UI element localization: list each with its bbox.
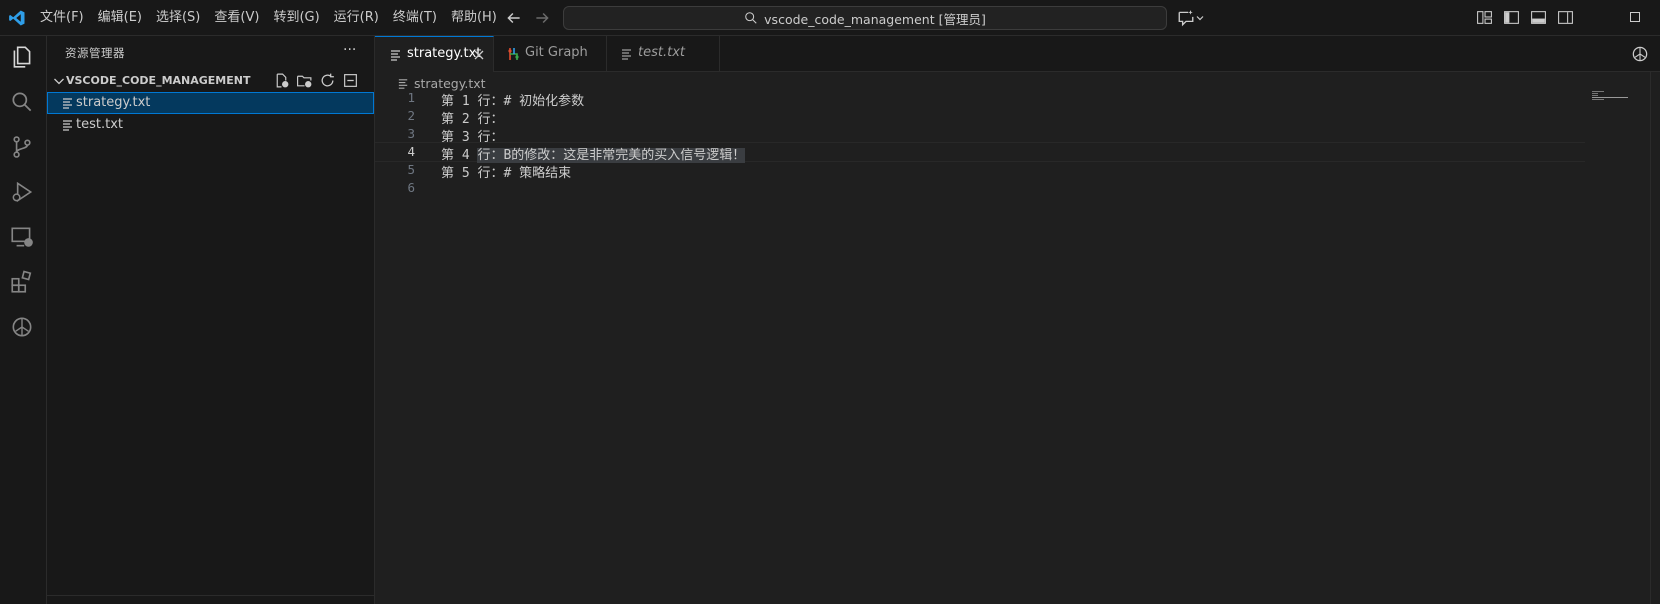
file-lines-icon <box>63 120 72 131</box>
menu-edit[interactable]: 编辑(E) <box>91 0 149 35</box>
file-lines-icon <box>63 98 72 109</box>
activity-bar <box>0 36 47 604</box>
line-number: 3 <box>407 126 415 141</box>
code-line: 6 <box>375 179 1585 197</box>
file-item-test[interactable]: test.txt <box>47 114 374 136</box>
line-number: 2 <box>407 108 415 123</box>
workspace-folder-name: VSCODE_CODE_MANAGEMENT <box>66 74 251 87</box>
title-bar: 文件(F) 编辑(E) 选择(S) 查看(V) 转到(G) 运行(R) 终端(T… <box>0 0 1660 36</box>
copilot-chat-button[interactable] <box>1177 9 1209 27</box>
menu-run[interactable]: 运行(R) <box>327 0 386 35</box>
maximize-icon[interactable] <box>1628 10 1642 24</box>
extensions-icon[interactable] <box>9 269 35 295</box>
more-actions-button[interactable]: ··· <box>343 42 356 58</box>
explorer-sidebar: 资源管理器 ··· VSCODE_CODE_MANAGEMENT strateg… <box>47 36 375 604</box>
menu-go[interactable]: 转到(G) <box>266 0 326 35</box>
tab-label: strategy.txt <box>407 46 482 61</box>
toggle-primary-sidebar-icon[interactable] <box>1503 9 1520 26</box>
tab-git-graph[interactable]: Git Graph <box>493 36 607 71</box>
toggle-secondary-sidebar-icon[interactable] <box>1557 9 1574 26</box>
editor-area: strategy.txt Git Graph test.txt strategy… <box>375 36 1660 604</box>
editor-tabs: strategy.txt Git Graph test.txt <box>375 36 1660 72</box>
navigation-arrows <box>505 9 551 27</box>
layout-controls <box>1476 9 1574 26</box>
remote-explorer-icon[interactable] <box>9 224 35 250</box>
menu-selection[interactable]: 选择(S) <box>149 0 207 35</box>
explorer-title: 资源管理器 <box>65 46 125 60</box>
new-folder-icon[interactable] <box>296 72 313 89</box>
collapse-all-icon[interactable] <box>342 72 359 89</box>
line-number: 4 <box>407 144 415 159</box>
code-line: 2 第 2 行： <box>375 107 1585 127</box>
chat-sparkle-icon <box>1178 10 1194 27</box>
tab-label: Git Graph <box>525 45 588 60</box>
menu-view[interactable]: 查看(V) <box>207 0 266 35</box>
command-center-text: vscode_code_management [管理员] <box>764 11 986 27</box>
file-name: strategy.txt <box>76 95 151 110</box>
line-number: 5 <box>407 162 415 177</box>
sidebar-bottom-section <box>47 595 374 604</box>
file-lines-icon <box>391 50 400 61</box>
explorer-files-icon[interactable] <box>9 44 35 70</box>
chatgpt-icon[interactable] <box>1630 44 1650 64</box>
file-item-strategy[interactable]: strategy.txt <box>47 92 374 114</box>
vscode-logo-icon <box>9 10 25 26</box>
code-line: 1 第 1 行：# 初始化参数 <box>375 89 1585 109</box>
arrow-left-icon[interactable] <box>505 9 523 27</box>
toggle-panel-icon[interactable] <box>1530 9 1547 26</box>
file-name: test.txt <box>76 117 123 132</box>
code-line: 5 第 5 行：# 策略结束 <box>375 161 1585 181</box>
search-icon <box>745 12 757 24</box>
refresh-icon[interactable] <box>319 72 336 89</box>
line-number: 6 <box>407 180 415 195</box>
chevron-down-icon <box>54 78 64 85</box>
search-icon[interactable] <box>9 89 35 115</box>
customize-layout-icon[interactable] <box>1476 9 1493 26</box>
command-center-content: vscode_code_management [管理员] <box>564 7 1166 29</box>
code-line-current: 4 第 4 行：B的修改：这是非常完美的买入信号逻辑！ <box>375 142 1585 163</box>
code-line: 3 第 3 行： <box>375 125 1585 145</box>
run-debug-icon[interactable] <box>9 179 35 205</box>
folder-actions <box>273 72 359 89</box>
source-control-icon[interactable] <box>9 134 35 160</box>
tab-test[interactable]: test.txt <box>606 36 720 71</box>
new-file-icon[interactable] <box>273 72 290 89</box>
tab-strategy[interactable]: strategy.txt <box>375 36 494 72</box>
close-icon[interactable] <box>472 48 486 62</box>
menu-help[interactable]: 帮助(H) <box>444 0 504 35</box>
file-lines-icon <box>398 78 408 89</box>
chatgpt-icon[interactable] <box>9 314 35 340</box>
workspace-folder-header[interactable]: VSCODE_CODE_MANAGEMENT <box>47 70 374 92</box>
vscode-window: 文件(F) 编辑(E) 选择(S) 查看(V) 转到(G) 运行(R) 终端(T… <box>0 0 1660 604</box>
menu-bar: 文件(F) 编辑(E) 选择(S) 查看(V) 转到(G) 运行(R) 终端(T… <box>33 0 504 35</box>
menu-terminal[interactable]: 终端(T) <box>386 0 444 35</box>
arrow-right-icon[interactable] <box>533 9 551 27</box>
command-center[interactable]: vscode_code_management [管理员] <box>563 6 1167 30</box>
git-graph-icon <box>508 48 519 60</box>
file-lines-icon <box>622 49 631 60</box>
chevron-down-icon <box>1196 16 1204 21</box>
menu-file[interactable]: 文件(F) <box>33 0 91 35</box>
vertical-scrollbar[interactable] <box>1650 71 1660 604</box>
line-number: 1 <box>407 90 415 105</box>
tab-label: test.txt <box>638 45 685 60</box>
